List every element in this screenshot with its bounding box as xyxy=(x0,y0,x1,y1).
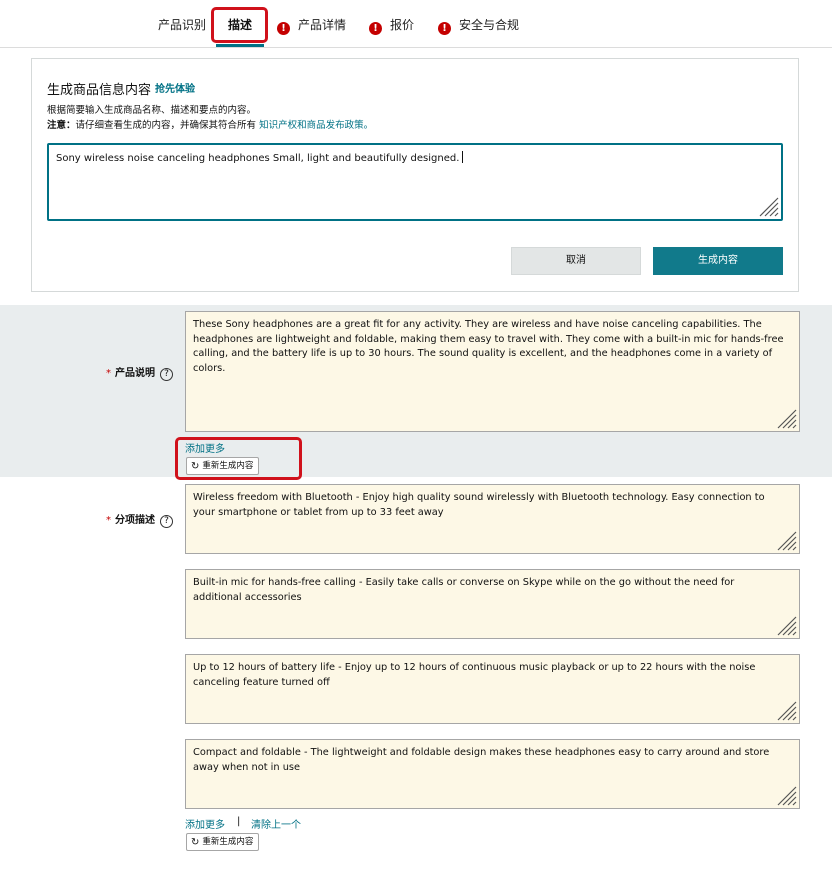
bullet-point-text: Built-in mic for hands-free calling - Ea… xyxy=(193,577,735,603)
card-title: 生成商品信息内容 抢先体验 xyxy=(47,79,195,98)
note-text: 请仔细查看生成的内容，并确保其符合所有 xyxy=(75,120,257,131)
tab-offer[interactable]: ! 报价 xyxy=(369,14,414,36)
product-description-textarea[interactable]: These Sony headphones are a great fit fo… xyxy=(185,311,800,432)
resize-handle-icon[interactable] xyxy=(775,614,797,636)
prompt-input-text: Sony wireless noise canceling headphones… xyxy=(56,151,464,164)
refresh-icon: ↻ xyxy=(191,837,200,848)
bullet-point-text: Up to 12 hours of battery life - Enjoy u… xyxy=(193,662,756,688)
card-title-text: 生成商品信息内容 xyxy=(47,83,152,98)
product-description-label: * 产品说明? xyxy=(106,364,173,381)
card-description: 根据简要输入生成商品名称、描述和要点的内容。 xyxy=(47,105,257,116)
tab-label: 产品识别 xyxy=(158,18,207,32)
tab-label: 报价 xyxy=(390,18,415,32)
help-icon[interactable]: ? xyxy=(160,368,173,381)
warning-icon: ! xyxy=(438,22,451,35)
regenerate-button[interactable]: ↻ 重新生成内容 xyxy=(186,833,260,851)
link-separator: | xyxy=(237,816,241,827)
bullet-point-text: Wireless freedom with Bluetooth - Enjoy … xyxy=(193,492,765,518)
prompt-input[interactable]: Sony wireless noise canceling headphones… xyxy=(47,143,783,221)
warning-icon: ! xyxy=(369,22,382,35)
product-description-text: These Sony headphones are a great fit fo… xyxy=(193,319,784,374)
refresh-icon: ↻ xyxy=(191,461,200,472)
bullet-point-text: Compact and foldable - The lightweight a… xyxy=(193,747,770,773)
resize-handle-icon[interactable] xyxy=(775,529,797,551)
note-label: 注意： xyxy=(47,120,76,131)
required-mark: * xyxy=(106,368,111,379)
regenerate-button[interactable]: ↻ 重新生成内容 xyxy=(186,457,260,475)
tab-label: 描述 xyxy=(228,18,253,32)
tab-product-identity[interactable]: 产品识别 xyxy=(158,14,206,36)
resize-handle-icon[interactable] xyxy=(775,407,797,429)
clear-last-link[interactable]: 清除上一个 xyxy=(251,816,301,831)
cancel-button[interactable]: 取消 xyxy=(511,247,641,275)
bullet-point-textarea[interactable]: Wireless freedom with Bluetooth - Enjoy … xyxy=(185,484,800,554)
resize-handle-icon[interactable] xyxy=(757,195,779,217)
add-more-link[interactable]: 添加更多 xyxy=(185,440,225,455)
label-text: 产品说明 xyxy=(115,368,155,379)
tab-product-details[interactable]: ! 产品详情 xyxy=(277,14,346,36)
note-end: 。 xyxy=(363,120,374,131)
tab-bar: 产品识别 描述 ! 产品详情 ! 报价 ! 安全与合规 xyxy=(0,0,832,48)
tab-description[interactable]: 描述 xyxy=(228,14,252,36)
bullet-points-label: * 分项描述? xyxy=(106,511,173,528)
tab-label: 产品详情 xyxy=(298,18,347,32)
generate-content-card: 生成商品信息内容 抢先体验 根据简要输入生成商品名称、描述和要点的内容。 注意：请… xyxy=(31,58,799,292)
regenerate-label: 重新生成内容 xyxy=(202,837,254,847)
card-note: 注意：请仔细查看生成的内容，并确保其符合所有 知识产权和商品发布政策。 xyxy=(47,117,373,131)
bullet-point-textarea[interactable]: Built-in mic for hands-free calling - Ea… xyxy=(185,569,800,639)
early-access-badge: 抢先体验 xyxy=(155,84,196,95)
warning-icon: ! xyxy=(277,22,290,35)
resize-handle-icon[interactable] xyxy=(775,784,797,806)
generate-content-button[interactable]: 生成内容 xyxy=(653,247,783,275)
required-mark: * xyxy=(106,515,111,526)
resize-handle-icon[interactable] xyxy=(775,699,797,721)
regenerate-label: 重新生成内容 xyxy=(202,461,254,471)
text-caret xyxy=(462,151,464,163)
tab-label: 安全与合规 xyxy=(459,18,520,32)
label-text: 分项描述 xyxy=(115,515,155,526)
active-tab-indicator xyxy=(216,44,264,47)
policy-link[interactable]: 知识产权和商品发布政策 xyxy=(259,120,364,131)
bullet-point-textarea[interactable]: Compact and foldable - The lightweight a… xyxy=(185,739,800,809)
help-icon[interactable]: ? xyxy=(160,515,173,528)
add-more-link[interactable]: 添加更多 xyxy=(185,816,225,831)
prompt-value: Sony wireless noise canceling headphones… xyxy=(56,153,460,164)
bullet-point-textarea[interactable]: Up to 12 hours of battery life - Enjoy u… xyxy=(185,654,800,724)
tab-safety-compliance[interactable]: ! 安全与合规 xyxy=(438,14,519,36)
